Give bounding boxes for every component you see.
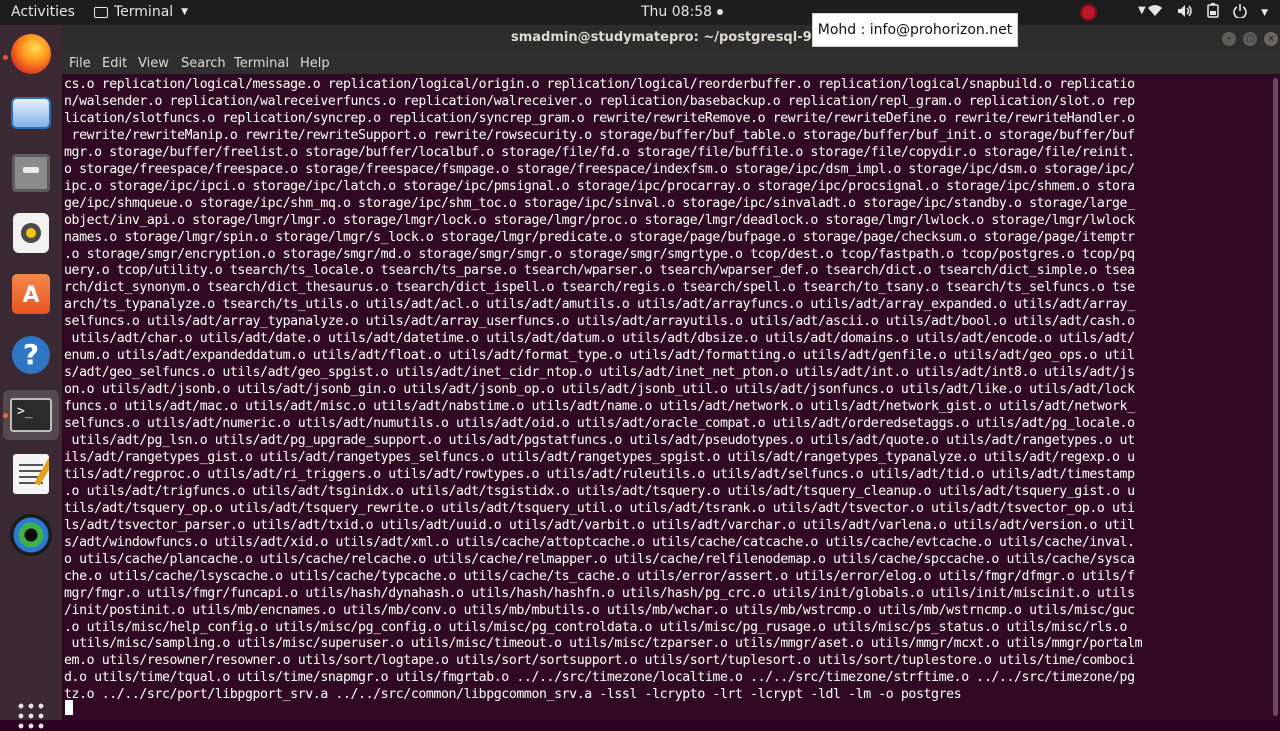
terminal-icon[interactable]: >_: [3, 390, 59, 440]
terminal-output[interactable]: cs.o replication/logical/message.o repli…: [62, 74, 1272, 720]
caret-down-icon: ▼: [1261, 7, 1268, 18]
battery-icon: [1207, 3, 1219, 22]
running-indicator: [3, 55, 8, 60]
power-icon: [1233, 3, 1247, 22]
system-tray[interactable]: ▼: [1147, 3, 1268, 22]
notification-dot-icon: [717, 9, 724, 15]
activities-button[interactable]: Activities: [11, 4, 75, 20]
dock: A ? >_: [0, 25, 62, 731]
text-cursor: [65, 700, 73, 715]
maximize-button[interactable]: □: [1243, 32, 1257, 46]
text-editor-icon[interactable]: [9, 452, 53, 496]
caret-down-icon: ▼: [181, 7, 189, 17]
app-menu[interactable]: Terminal ▼: [94, 4, 188, 20]
files-icon[interactable]: [9, 151, 53, 195]
clock[interactable]: Thu 08:58: [641, 4, 724, 20]
minimize-button[interactable]: –: [1222, 32, 1236, 46]
menu-search[interactable]: Search: [181, 56, 226, 71]
menu-view[interactable]: View: [138, 56, 169, 71]
menu-bar: File Edit View Search Terminal Help: [62, 52, 1280, 74]
record-icon[interactable]: [1080, 4, 1097, 21]
scrollbar-thumb[interactable]: [1273, 78, 1278, 716]
menu-edit[interactable]: Edit: [102, 56, 127, 71]
menu-terminal[interactable]: Terminal: [234, 56, 289, 71]
thunderbird-icon[interactable]: [9, 91, 53, 135]
wifi-icon: [1147, 4, 1163, 21]
menu-help[interactable]: Help: [300, 56, 330, 71]
rhythmbox-icon[interactable]: [9, 211, 53, 255]
contact-text: Mohd : info@prohorizon.net: [817, 22, 1013, 38]
terminal-small-icon: [94, 6, 108, 18]
firefox-icon[interactable]: [9, 32, 53, 76]
webcam-icon[interactable]: [9, 513, 53, 557]
contact-overlay: Mohd : info@prohorizon.net: [812, 13, 1018, 47]
close-button[interactable]: ×: [1264, 32, 1278, 46]
terminal-text: cs.o replication/logical/message.o repli…: [64, 77, 1143, 703]
show-applications-icon[interactable]: [16, 701, 46, 731]
app-menu-label: Terminal: [114, 4, 174, 20]
menu-file[interactable]: File: [69, 56, 91, 71]
software-center-icon[interactable]: A: [9, 272, 53, 316]
window-titlebar[interactable]: smadmin@studymatepro: ~/postgresql-9.6.0…: [62, 25, 1280, 52]
scrollbar[interactable]: [1272, 74, 1280, 720]
top-bar: Activities Terminal ▼ Thu 08:58 ▼ ▼: [0, 0, 1280, 25]
help-icon[interactable]: ?: [9, 333, 53, 377]
window-title: smadmin@studymatepro: ~/postgresql-9.6.0…: [511, 30, 845, 45]
volume-icon: [1177, 4, 1193, 22]
clock-label: Thu 08:58: [641, 4, 713, 20]
caret-down-icon[interactable]: ▼: [1138, 5, 1146, 16]
